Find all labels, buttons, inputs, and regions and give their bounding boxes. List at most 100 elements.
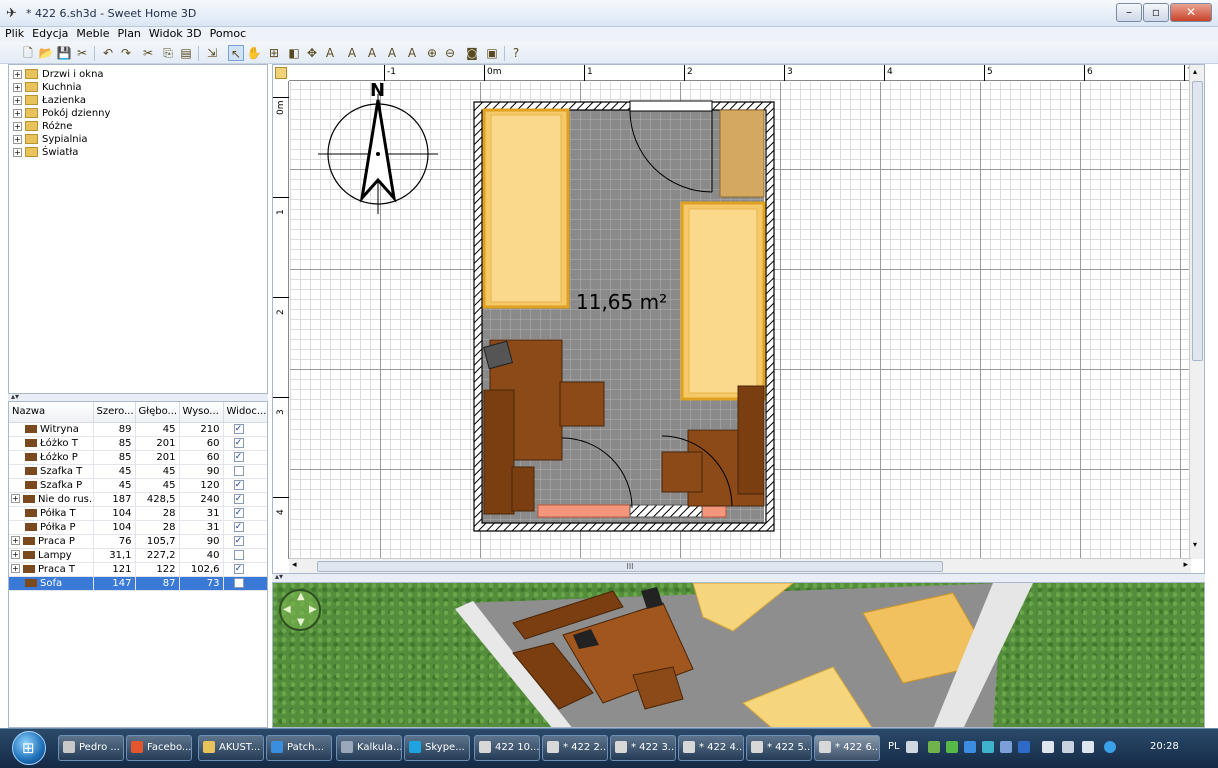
furniture-height-cell[interactable]: 120 <box>179 478 224 493</box>
furniture-depth-cell[interactable]: 428,5 <box>135 492 180 507</box>
furniture-width-cell[interactable]: 104 <box>93 520 136 535</box>
furniture-width-cell[interactable]: 31,1 <box>93 548 136 563</box>
visible-checkbox[interactable]: ✓ <box>233 521 244 532</box>
column-header-visible[interactable]: Widoc... <box>223 402 267 423</box>
visible-checkbox[interactable]: ✓ <box>233 437 244 448</box>
plan-drawing[interactable]: N <box>290 82 1190 560</box>
nav-right-icon[interactable]: ▶ <box>309 604 317 615</box>
furniture-row[interactable]: + Lampy 31,1 227,2 40 <box>9 548 267 563</box>
tray-display-icon[interactable] <box>1062 741 1074 753</box>
expand-icon[interactable]: + <box>11 536 20 545</box>
furniture-row[interactable]: Witryna 89 45 210 ✓ <box>9 422 267 437</box>
furniture-name-cell[interactable]: + Praca T <box>9 562 94 577</box>
plan-canvas[interactable]: N 11,65 m² <box>290 82 1190 560</box>
plan-3d-splitter[interactable]: ▴▾ <box>272 572 1205 582</box>
furniture-depth-cell[interactable]: 122 <box>135 562 180 577</box>
expand-icon[interactable]: + <box>11 564 20 573</box>
cabinet-left[interactable] <box>559 381 605 427</box>
cabinet-right[interactable] <box>661 451 703 493</box>
zoom-out-icon[interactable]: ⊖ <box>442 45 458 61</box>
nav-up-icon[interactable]: ▲ <box>297 591 305 602</box>
cut-icon[interactable]: ✂ <box>140 45 156 61</box>
expand-icon[interactable]: + <box>13 147 22 157</box>
catalog-category[interactable]: + Kuchnia <box>13 81 81 94</box>
create-video-icon[interactable]: ▣ <box>484 45 500 61</box>
furniture-row[interactable]: + Praca P 76 105,7 90 ✓ <box>9 534 267 549</box>
furniture-row[interactable]: Łóżko P 85 201 60 ✓ <box>9 450 267 465</box>
3d-view[interactable]: ▲ ◀ ▶ ▼ <box>272 582 1205 728</box>
tray-update-icon[interactable] <box>982 741 994 753</box>
scroll-right-icon[interactable]: ▸ <box>1183 560 1188 570</box>
expand-icon[interactable]: + <box>13 69 22 79</box>
wardrobe[interactable] <box>719 109 765 198</box>
furniture-height-cell[interactable]: 60 <box>179 450 224 465</box>
catalog-category[interactable]: + Łazienka <box>13 94 86 107</box>
nav-down-icon[interactable]: ▼ <box>297 617 305 628</box>
save-icon[interactable]: 💾 <box>56 45 72 61</box>
3d-navigation-control[interactable]: ▲ ◀ ▶ ▼ <box>279 589 321 631</box>
furniture-depth-cell[interactable]: 201 <box>135 436 180 451</box>
furniture-height-cell[interactable]: 60 <box>179 436 224 451</box>
furniture-depth-cell[interactable]: 45 <box>135 464 180 479</box>
furniture-name-cell[interactable]: + Lampy <box>9 548 94 563</box>
language-indicator[interactable]: PL <box>888 741 900 752</box>
room-area-label[interactable]: 11,65 m² <box>576 290 667 314</box>
nav-left-icon[interactable]: ◀ <box>283 604 291 615</box>
furniture-depth-cell[interactable]: 87 <box>135 576 180 591</box>
compass[interactable]: N <box>318 82 438 214</box>
start-button[interactable]: ⊞ <box>12 731 46 765</box>
menu-plik[interactable]: Plik <box>2 27 27 41</box>
expand-icon[interactable]: + <box>13 121 22 131</box>
shelf-right[interactable] <box>737 385 765 495</box>
catalog-category[interactable]: + Światła <box>13 146 78 159</box>
furniture-depth-cell[interactable]: 201 <box>135 450 180 465</box>
furniture-height-cell[interactable]: 73 <box>179 576 224 591</box>
taskbar-button[interactable]: Kalkula... <box>336 735 402 761</box>
furniture-height-cell[interactable]: 90 <box>179 464 224 479</box>
zoom-in-icon[interactable]: ⊕ <box>424 45 440 61</box>
expand-icon[interactable]: + <box>13 108 22 118</box>
plan-view[interactable]: -10m1234567 0m1234 <box>272 64 1205 574</box>
visible-checkbox[interactable] <box>233 549 244 560</box>
furniture-height-cell[interactable]: 31 <box>179 520 224 535</box>
furniture-name-cell[interactable]: Witryna <box>9 422 94 437</box>
taskbar-button[interactable]: AKUST... <box>198 735 264 761</box>
furniture-row[interactable]: Półka T 104 28 31 ✓ <box>9 506 267 521</box>
visible-checkbox[interactable]: ✓ <box>233 493 244 504</box>
column-header-height[interactable]: Wyso... <box>179 402 224 423</box>
maximize-button[interactable]: ▫ <box>1143 3 1169 22</box>
tray-messenger-icon[interactable] <box>1000 741 1012 753</box>
taskbar-button[interactable]: Patch... <box>266 735 332 761</box>
preferences-icon[interactable]: ✂ <box>74 45 90 61</box>
furniture-row[interactable]: Szafka T 45 45 90 <box>9 464 267 479</box>
tray-flag-icon[interactable] <box>1042 741 1054 753</box>
visible-checkbox[interactable]: ✓ <box>233 423 244 434</box>
plan-horizontal-scrollbar[interactable]: ◂ III ▸ <box>289 558 1191 573</box>
create-photo-icon[interactable]: ◙ <box>464 45 480 61</box>
paste-icon[interactable]: ▤ <box>178 45 194 61</box>
furniture-row[interactable]: + Nie do rus... 187 428,5 240 ✓ <box>9 492 267 507</box>
furniture-height-cell[interactable]: 210 <box>179 422 224 437</box>
vertical-scroll-thumb[interactable] <box>1192 81 1203 361</box>
scroll-down-icon[interactable]: ▾ <box>1193 540 1197 549</box>
tray-app-icon[interactable] <box>946 741 958 753</box>
furniture-width-cell[interactable]: 147 <box>93 576 136 591</box>
scroll-left-icon[interactable]: ◂ <box>292 560 297 570</box>
taskbar-button[interactable]: * 422 2.... <box>542 735 608 761</box>
increase-text-icon[interactable]: A <box>344 45 360 61</box>
furniture-name-cell[interactable]: Szafka T <box>9 464 94 479</box>
horizontal-scroll-thumb[interactable]: III <box>317 561 943 572</box>
tray-globe-icon[interactable] <box>1104 741 1116 753</box>
menu-edycja[interactable]: Edycja <box>29 27 71 41</box>
furniture-width-cell[interactable]: 76 <box>93 534 136 549</box>
column-header-name[interactable]: Nazwa <box>9 402 94 423</box>
splitter-arrows-icon[interactable]: ▴▾ <box>275 572 283 581</box>
decrease-text-icon[interactable]: A <box>364 45 380 61</box>
furniture-width-cell[interactable]: 187 <box>93 492 136 507</box>
furniture-height-cell[interactable]: 102,6 <box>179 562 224 577</box>
expand-icon[interactable]: + <box>13 82 22 92</box>
select-mode-icon[interactable]: ↖ <box>228 45 244 61</box>
create-walls-icon[interactable]: ⊞ <box>266 45 282 61</box>
create-rooms-icon[interactable]: ◧ <box>286 45 302 61</box>
taskbar-button[interactable]: * 422 6.... <box>814 735 880 761</box>
